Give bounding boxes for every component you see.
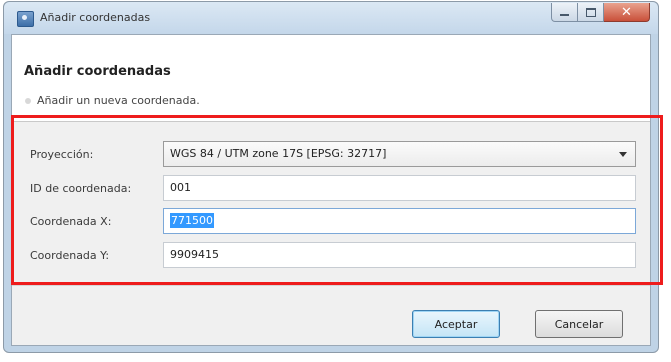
- coordinate-y-label: Coordenada Y:: [30, 249, 110, 262]
- projection-label: Proyección:: [30, 148, 94, 161]
- coordinate-y-value: 9909415: [170, 248, 219, 261]
- footer-divider: [12, 285, 650, 286]
- projection-value: WGS 84 / UTM zone 17S [EPSG: 32717]: [170, 147, 387, 160]
- coordinate-x-label: Coordenada X:: [30, 215, 112, 228]
- coordinate-x-value: 771500: [170, 213, 214, 228]
- coordinate-id-value: 001: [170, 181, 191, 194]
- window-title: Añadir coordenadas: [40, 11, 151, 24]
- header-subtitle: Añadir un nueva coordenada.: [37, 94, 200, 107]
- cancel-button[interactable]: Cancelar: [535, 310, 623, 338]
- app-icon: [17, 11, 34, 27]
- info-dot-icon: [25, 98, 31, 104]
- header-title: Añadir coordenadas: [24, 64, 171, 79]
- dialog-client-area: Añadir coordenadas Añadir un nueva coord…: [11, 34, 651, 346]
- coordinate-x-input[interactable]: 771500: [163, 208, 636, 234]
- dialog-window: Añadir coordenadas ✕ Añadir coordenadas …: [3, 1, 659, 353]
- coordinate-id-label: ID de coordenada:: [30, 182, 132, 195]
- title-bar[interactable]: Añadir coordenadas ✕: [4, 2, 658, 34]
- coordinate-y-input[interactable]: 9909415: [163, 242, 636, 268]
- dialog-header: Añadir coordenadas Añadir un nueva coord…: [12, 35, 650, 122]
- minimize-icon: [560, 14, 569, 16]
- close-button[interactable]: ✕: [604, 3, 650, 22]
- close-icon: ✕: [621, 4, 632, 20]
- maximize-icon: [585, 7, 596, 17]
- coordinate-id-input[interactable]: 001: [163, 175, 636, 201]
- projection-select[interactable]: WGS 84 / UTM zone 17S [EPSG: 32717]: [163, 141, 636, 167]
- maximize-button[interactable]: [578, 3, 604, 22]
- accept-button[interactable]: Aceptar: [412, 310, 500, 338]
- minimize-button[interactable]: [551, 3, 578, 22]
- caption-buttons: ✕: [551, 3, 650, 23]
- chevron-down-icon: [619, 152, 627, 157]
